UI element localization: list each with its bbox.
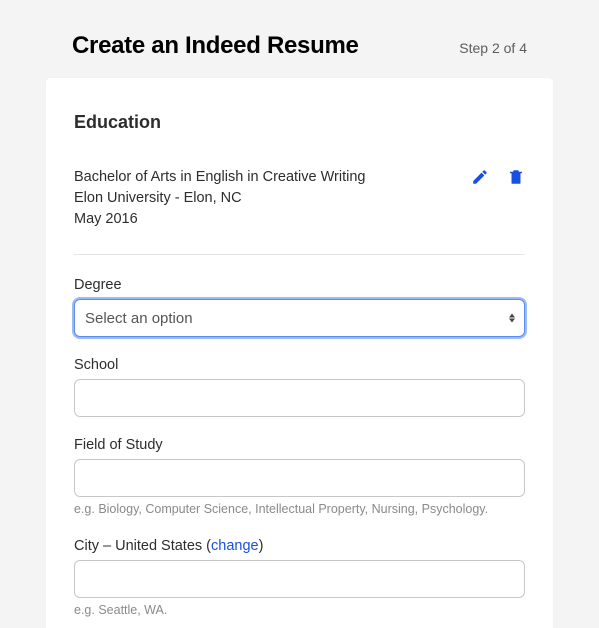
divider — [74, 254, 525, 255]
trash-icon — [507, 168, 525, 189]
delete-button[interactable] — [507, 169, 525, 187]
city-hint: e.g. Seattle, WA. — [74, 602, 525, 619]
step-indicator: Step 2 of 4 — [459, 40, 527, 56]
entry-degree-line: Bachelor of Arts in English in Creative … — [74, 167, 455, 188]
page-container: Create an Indeed Resume Step 2 of 4 Educ… — [0, 0, 599, 628]
school-input[interactable] — [74, 379, 525, 417]
degree-label: Degree — [74, 277, 525, 293]
city-label-suffix: ) — [259, 538, 264, 554]
city-label: City – United States (change) — [74, 538, 525, 554]
change-country-link[interactable]: change — [211, 538, 259, 554]
field-of-study-field: Field of Study e.g. Biology, Computer Sc… — [74, 437, 525, 518]
city-input[interactable] — [74, 560, 525, 598]
page-header: Create an Indeed Resume Step 2 of 4 — [46, 32, 553, 78]
entry-school-line: Elon University - Elon, NC — [74, 188, 455, 209]
education-card: Education Bachelor of Arts in English in… — [46, 78, 553, 628]
degree-field: Degree Select an option — [74, 277, 525, 337]
section-title: Education — [74, 112, 525, 133]
pencil-icon — [471, 168, 489, 189]
degree-select[interactable]: Select an option — [74, 299, 525, 337]
field-of-study-hint: e.g. Biology, Computer Science, Intellec… — [74, 501, 525, 518]
degree-select-wrap: Select an option — [74, 299, 525, 337]
school-field: School — [74, 357, 525, 417]
city-label-prefix: City – United States ( — [74, 538, 211, 554]
page-title: Create an Indeed Resume — [72, 32, 359, 60]
education-entry-text: Bachelor of Arts in English in Creative … — [74, 167, 455, 230]
field-of-study-label: Field of Study — [74, 437, 525, 453]
entry-actions — [471, 167, 525, 187]
field-of-study-input[interactable] — [74, 459, 525, 497]
city-field: City – United States (change) e.g. Seatt… — [74, 538, 525, 619]
education-entry: Bachelor of Arts in English in Creative … — [74, 167, 525, 230]
school-label: School — [74, 357, 525, 373]
edit-button[interactable] — [471, 169, 489, 187]
entry-date-line: May 2016 — [74, 209, 455, 230]
